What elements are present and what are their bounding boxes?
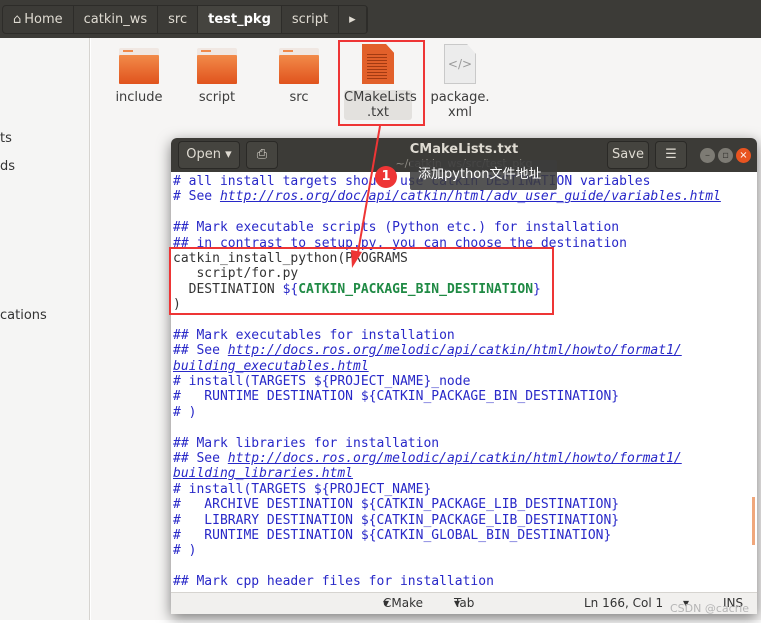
code-token: # RUNTIME DESTINATION ${CATKIN_GLOBAL_BI… [173,527,612,543]
code-line: # install(TARGETS ${PROJECT_NAME} [173,482,743,497]
code-link[interactable]: building_executables.html [173,359,369,374]
code-line: # ARCHIVE DESTINATION ${CATKIN_PACKAGE_L… [173,497,743,512]
code-token: ## Mark libraries for installation [173,435,440,451]
cursor-position: Ln 166, Col 1 [584,596,664,610]
tab-width-selector[interactable]: Tab Width: 8 ▾ [454,593,474,613]
code-line: # RUNTIME DESTINATION ${CATKIN_PACKAGE_B… [173,389,743,404]
code-token: # LIBRARY DESTINATION ${CATKIN_PACKAGE_L… [173,512,620,528]
code-token: # ) [173,543,197,559]
tab-width-label: Tab Width: 8 [454,596,475,610]
annotation-tooltip: 添加python文件地址 [410,160,557,190]
code-line: ## Mark cpp header files for installatio… [173,574,743,589]
code-token: ## Mark executables for installation [173,327,455,343]
code-token: ## See [173,343,228,359]
scrollbar[interactable] [752,497,755,545]
code-link[interactable]: building_libraries.html [173,466,353,481]
code-link[interactable]: http://docs.ros.org/melodic/api/catkin/h… [228,451,682,466]
code-line: # ) [173,543,743,558]
step-badge: 1 [375,166,397,188]
sidebar-item[interactable]: cations [0,308,47,323]
language-selector[interactable]: CMake ▾ [383,593,423,613]
code-token: ## Mark cpp header files for installatio… [173,574,494,590]
code-token: # install(TARGETS ${PROJECT_NAME} [173,481,432,497]
code-line: # ) [173,405,743,420]
code-token: # ARCHIVE DESTINATION ${CATKIN_PACKAGE_L… [173,497,620,513]
code-token: # install(TARGETS ${PROJECT_NAME}_node [173,374,471,390]
code-line: ## Mark libraries for installation [173,436,743,451]
code-token: # RUNTIME DESTINATION ${CATKIN_PACKAGE_B… [173,389,620,405]
code-line: # install(TARGETS ${PROJECT_NAME}_node [173,374,743,389]
language-label: CMake [383,596,423,610]
code-line: building_executables.html [173,359,743,374]
code-line: # RUNTIME DESTINATION ${CATKIN_GLOBAL_BI… [173,528,743,543]
code-line: ## See http://docs.ros.org/melodic/api/c… [173,451,743,466]
screen: ⌂ Home catkin_ws src test_pkg script ▸ ts ds c… [0,0,761,620]
code-line: building_libraries.html [173,466,743,481]
code-line: ## Mark executables for installation [173,328,743,343]
code-link[interactable]: http://docs.ros.org/melodic/api/catkin/h… [228,343,682,358]
code-line: ## See http://docs.ros.org/melodic/api/c… [173,343,743,358]
code-token: # ) [173,404,197,420]
code-token: ## See [173,451,228,467]
watermark: CSDN @cacrle [670,602,750,615]
code-line: # LIBRARY DESTINATION ${CATKIN_PACKAGE_L… [173,513,743,528]
annotation-arrow [351,125,381,268]
